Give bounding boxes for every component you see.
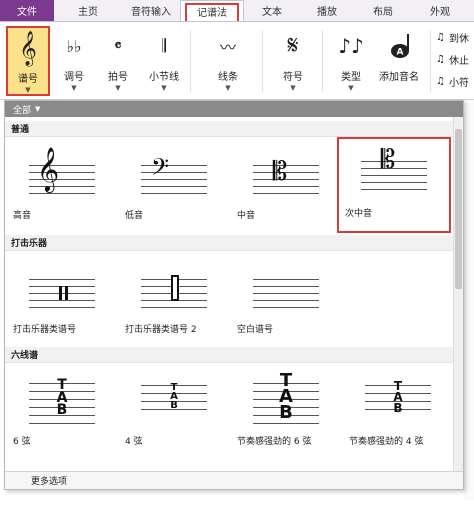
- note-icon: ♫: [436, 76, 445, 87]
- tab-note-input[interactable]: 音符输入: [122, 0, 180, 21]
- clef-blank[interactable]: 空白谱号: [231, 253, 341, 343]
- barline-icon: 𝄂: [161, 35, 167, 57]
- percussion-clef-bar: [59, 286, 62, 300]
- chevron-down-icon: ▼: [161, 84, 167, 92]
- divider: [322, 30, 323, 92]
- ribbon: 𝄞 谱号 ▼ ♭♭ 调号 ▼ 𝄴 拍号 ▼ 𝄂 小节线 ▼ 〰 线条 ▼ 𝄋 符…: [0, 22, 474, 100]
- symbol-icon: 𝄋: [287, 30, 299, 61]
- menu-bar: 文件 主页 音符输入 记谱法 文本 播放 布局 外观: [0, 0, 474, 22]
- tab-notations[interactable]: 记谱法: [180, 0, 244, 21]
- section-normal: 普通: [5, 121, 455, 137]
- tab-clef-icon: TAB: [170, 382, 178, 411]
- clef-tab-4[interactable]: TAB 4 弦: [119, 365, 229, 455]
- notes-icon: ♪♪: [338, 34, 364, 58]
- time-signature-button[interactable]: 𝄴 拍号 ▼: [100, 26, 136, 96]
- bass-clef-icon: 𝄢: [150, 153, 169, 186]
- scrollbar-thumb[interactable]: [455, 129, 462, 289]
- tab-text[interactable]: 文本: [244, 0, 300, 21]
- svg-text:A: A: [397, 48, 404, 58]
- barline-button[interactable]: 𝄂 小节线 ▼: [144, 26, 184, 96]
- side-item-1[interactable]: ♫ 到休: [436, 30, 469, 45]
- key-signature-button[interactable]: ♭♭ 调号 ▼: [56, 26, 92, 96]
- tenor-clef-icon: 𝄡: [380, 145, 396, 175]
- add-note-name-label: 添加音名: [379, 72, 419, 83]
- type-label: 类型: [341, 72, 361, 83]
- clef-tab-4-bold[interactable]: TAB 节奏感强劲的 4 弦: [343, 365, 453, 455]
- menu-file[interactable]: 文件: [0, 0, 54, 21]
- chevron-down-icon: ▼: [115, 84, 121, 92]
- tab-home[interactable]: 主页: [54, 0, 122, 21]
- score-background: [464, 100, 474, 500]
- chevron-down-icon: ▼: [71, 84, 77, 92]
- add-note-name-button[interactable]: A 添加音名: [374, 26, 424, 96]
- tab-appearance[interactable]: 外观: [412, 0, 468, 21]
- side-item-2[interactable]: ♫ 休止: [436, 52, 469, 67]
- barline-label: 小节线: [149, 72, 179, 83]
- clef-button[interactable]: 𝄞 谱号 ▼: [6, 26, 50, 96]
- clef-gallery: 全部 ▼ 普通 𝄞 高音 𝄢 低音 𝄡 中音 𝄡 次中音 打击乐器 打击乐器类谱…: [4, 100, 464, 490]
- note-icon: ♫: [436, 54, 445, 65]
- divider: [190, 30, 191, 92]
- clef-tenor[interactable]: 𝄡 次中音: [337, 137, 451, 233]
- tab-play[interactable]: 播放: [300, 0, 354, 21]
- chevron-down-icon: ▼: [290, 84, 296, 92]
- clef-bass[interactable]: 𝄢 低音: [119, 139, 229, 229]
- chevron-down-icon: ▼: [25, 86, 31, 94]
- treble-clef-icon: 𝄞: [36, 147, 60, 191]
- gallery-scrollbar[interactable]: [453, 117, 463, 473]
- clef-percussion-2[interactable]: 打击乐器类谱号 2: [119, 253, 229, 343]
- key-label: 调号: [64, 72, 84, 83]
- side-item-3[interactable]: ♫ 小符: [436, 74, 469, 89]
- tab-clef-icon: TAB: [279, 370, 293, 424]
- key-signature-icon: ♭♭: [66, 36, 82, 56]
- clef-label: 谱号: [18, 74, 38, 85]
- symbols-button[interactable]: 𝄋 符号 ▼: [276, 26, 310, 96]
- time-signature-icon: 𝄴: [114, 36, 122, 55]
- staff: [253, 279, 319, 308]
- divider: [262, 30, 263, 92]
- chevron-down-icon: ▼: [225, 84, 231, 92]
- chevron-down-icon: ▼: [348, 84, 354, 92]
- divider: [430, 30, 431, 92]
- clef-alto[interactable]: 𝄡 中音: [231, 139, 341, 229]
- treble-clef-icon: 𝄞: [19, 30, 37, 66]
- section-percussion: 打击乐器: [5, 235, 455, 251]
- tab-clef-icon: TAB: [56, 377, 68, 419]
- lines-button[interactable]: 〰 线条 ▼: [206, 26, 250, 96]
- time-label: 拍号: [108, 72, 128, 83]
- alto-clef-icon: 𝄡: [272, 157, 288, 187]
- chevron-down-icon: ▼: [35, 105, 41, 113]
- note-name-icon: A: [388, 26, 410, 66]
- section-tab: 六线谱: [5, 347, 455, 363]
- gallery-filter[interactable]: 全部 ▼: [5, 101, 463, 117]
- note-icon: ♫: [436, 32, 445, 43]
- clef-tab-6-bold[interactable]: TAB 节奏感强劲的 6 弦: [231, 365, 341, 455]
- symbols-label: 符号: [283, 72, 303, 83]
- tab-clef-icon: TAB: [393, 379, 403, 415]
- clef-treble[interactable]: 𝄞 高音: [7, 139, 117, 229]
- lines-icon: 〰: [219, 38, 236, 57]
- notehead-type-button[interactable]: ♪♪ 类型 ▼: [334, 26, 368, 96]
- tab-layout[interactable]: 布局: [354, 0, 412, 21]
- clef-percussion[interactable]: 打击乐器类谱号: [7, 253, 117, 343]
- lines-label: 线条: [218, 72, 238, 83]
- percussion-clef-bar: [65, 286, 68, 300]
- more-options-button[interactable]: 更多选项: [5, 471, 463, 489]
- clef-tab-6[interactable]: TAB 6 弦: [7, 365, 117, 455]
- staff: [29, 279, 95, 308]
- percussion-clef-box: [171, 275, 179, 301]
